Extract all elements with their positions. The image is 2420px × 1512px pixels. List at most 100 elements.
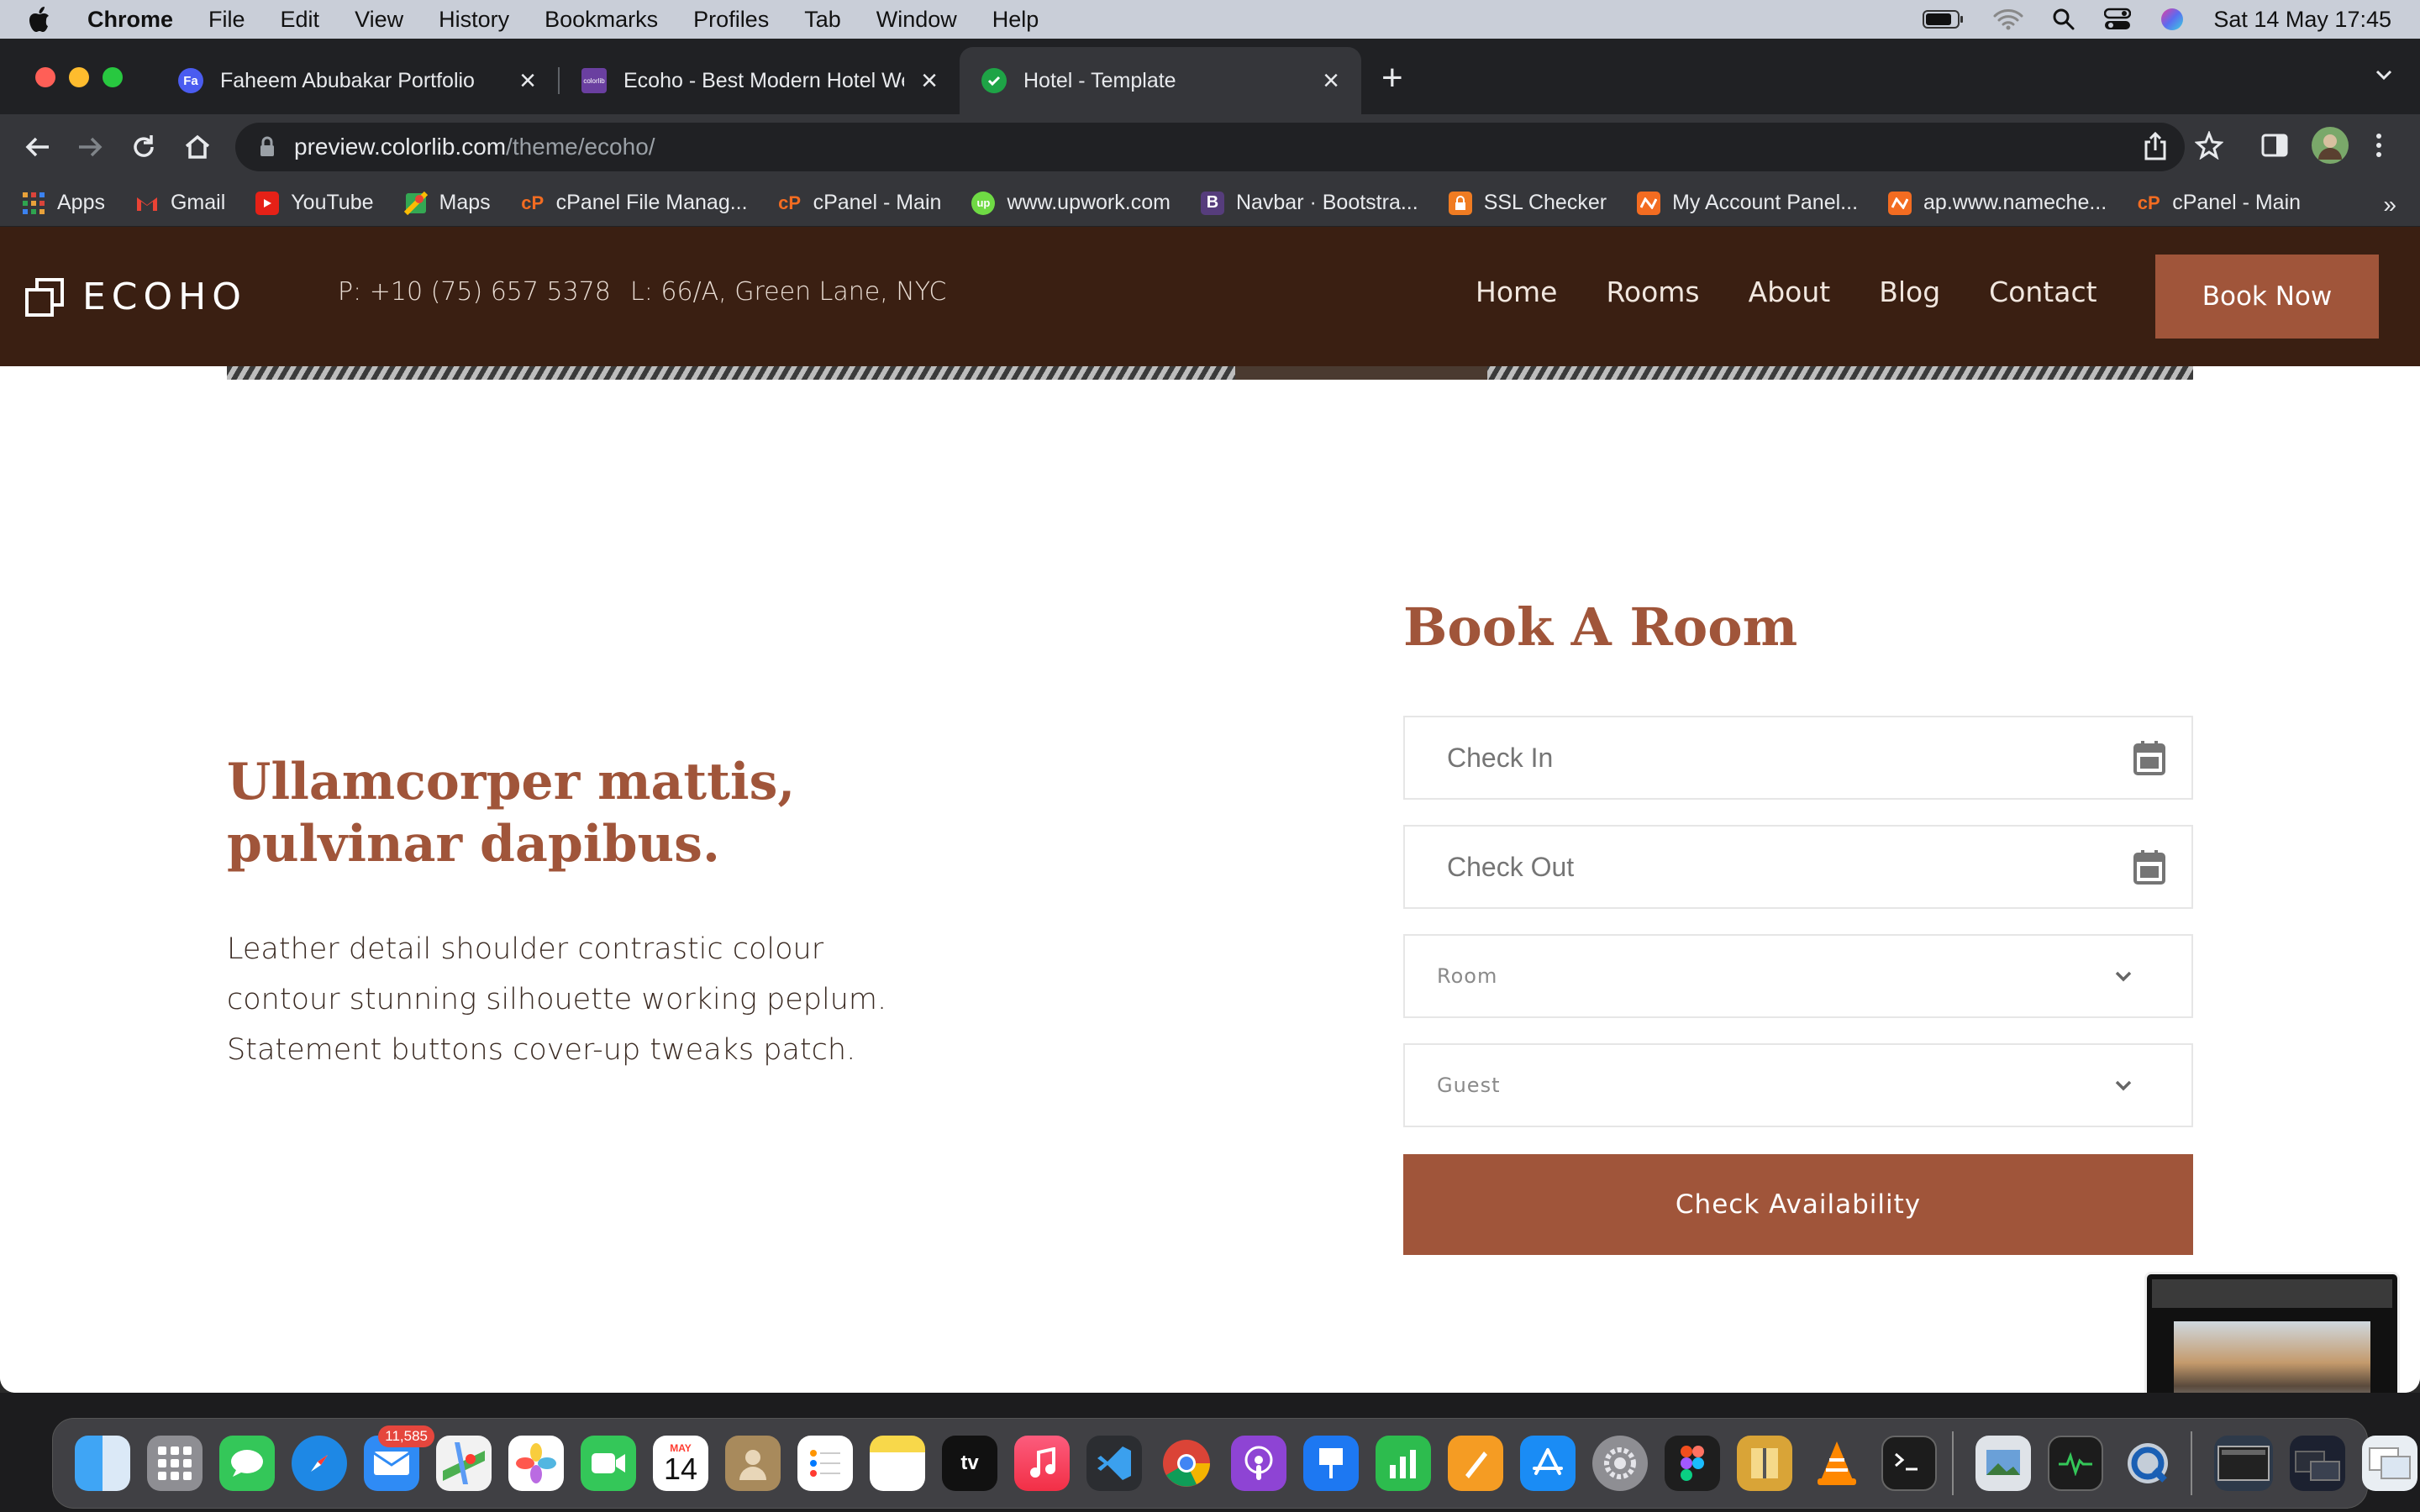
downloads-folder-icon[interactable] xyxy=(2290,1436,2345,1491)
nav-contact[interactable]: Contact xyxy=(1989,276,2096,308)
menu-file[interactable]: File xyxy=(208,7,245,33)
vscode-icon[interactable] xyxy=(1086,1436,1142,1491)
menu-edit[interactable]: Edit xyxy=(281,7,320,33)
bookmark-ssl-checker[interactable]: SSL Checker xyxy=(1448,191,1607,215)
menu-bookmarks[interactable]: Bookmarks xyxy=(544,7,658,33)
numbers-icon[interactable] xyxy=(1376,1436,1431,1491)
new-tab-plus-icon[interactable]: + xyxy=(1381,57,1403,99)
messages-icon[interactable] xyxy=(219,1436,275,1491)
facetime-icon[interactable] xyxy=(581,1436,636,1491)
vlc-icon[interactable] xyxy=(1809,1436,1865,1491)
preview-icon[interactable] xyxy=(1975,1436,2031,1491)
notes-icon[interactable] xyxy=(870,1436,925,1491)
screenshot-preview-thumbnail[interactable] xyxy=(2144,1272,2400,1393)
control-center-icon[interactable] xyxy=(2104,8,2132,31)
calendar-icon[interactable] xyxy=(2133,739,2166,776)
menu-view[interactable]: View xyxy=(355,7,403,33)
bookmark-apps[interactable]: Apps xyxy=(22,191,105,215)
tab-ecoho[interactable]: colorlib Ecoho - Best Modern Hotel We × xyxy=(560,47,960,114)
menu-window[interactable]: Window xyxy=(876,7,957,33)
home-icon[interactable] xyxy=(183,133,212,165)
tab-hotel-template[interactable]: Hotel - Template × xyxy=(960,47,1361,114)
keynote-icon[interactable] xyxy=(1303,1436,1359,1491)
menu-bar-clock[interactable]: Sat 14 May 17:45 xyxy=(2213,7,2391,33)
apple-tv-icon[interactable]: tv xyxy=(942,1436,997,1491)
site-logo[interactable]: ECOHO xyxy=(25,276,247,318)
contacts-icon[interactable] xyxy=(725,1436,781,1491)
bookmark-my-account-panel[interactable]: My Account Panel... xyxy=(1637,191,1858,215)
bookmark-bootstrap-navbar[interactable]: B Navbar · Bootstra... xyxy=(1200,191,1418,215)
tab-search-chevron-icon[interactable] xyxy=(2373,64,2395,90)
nav-rooms[interactable]: Rooms xyxy=(1606,276,1699,308)
bookmark-youtube[interactable]: YouTube xyxy=(255,191,374,215)
bookmark-cpanel-main[interactable]: cP cPanel - Main xyxy=(778,191,941,215)
podcasts-icon[interactable] xyxy=(1231,1436,1286,1491)
chrome-menu-kebab-icon[interactable] xyxy=(2375,131,2383,164)
minimize-window-button[interactable] xyxy=(69,67,89,87)
bookmark-upwork[interactable]: up www.upwork.com xyxy=(971,191,1171,215)
guest-select[interactable]: Guest xyxy=(1403,1043,2193,1127)
app-store-icon[interactable] xyxy=(1520,1436,1576,1491)
safari-icon[interactable] xyxy=(292,1436,347,1491)
siri-icon[interactable] xyxy=(2160,7,2185,32)
reload-icon[interactable] xyxy=(129,133,158,165)
menu-app-name[interactable]: Chrome xyxy=(87,7,173,33)
quicktime-icon[interactable] xyxy=(2120,1436,2175,1491)
menu-history[interactable]: History xyxy=(439,7,509,33)
launchpad-icon[interactable] xyxy=(147,1436,203,1491)
bookmark-cpanel-file-manager[interactable]: cP cPanel File Manag... xyxy=(521,191,747,215)
bookmark-namecheap-ap[interactable]: ap.www.nameche... xyxy=(1888,191,2107,215)
menu-help[interactable]: Help xyxy=(992,7,1039,33)
reminders-icon[interactable] xyxy=(797,1436,853,1491)
room-select[interactable]: Room xyxy=(1403,934,2193,1018)
maps-app-icon[interactable] xyxy=(436,1436,492,1491)
menu-profiles[interactable]: Profiles xyxy=(693,7,769,33)
apps-grid-icon xyxy=(22,192,45,215)
pages-icon[interactable] xyxy=(1448,1436,1503,1491)
figma-icon[interactable] xyxy=(1665,1436,1720,1491)
nav-blog[interactable]: Blog xyxy=(1879,276,1940,308)
menu-tab[interactable]: Tab xyxy=(804,7,841,33)
photos-icon[interactable] xyxy=(508,1436,564,1491)
close-tab-icon[interactable]: × xyxy=(921,65,938,97)
battery-icon[interactable] xyxy=(1923,9,1965,29)
mail-icon[interactable]: 11,585 xyxy=(364,1425,434,1491)
share-icon[interactable] xyxy=(2143,131,2168,165)
wifi-icon[interactable] xyxy=(1993,8,2023,30)
nav-home[interactable]: Home xyxy=(1476,276,1557,308)
forward-arrow-icon[interactable] xyxy=(76,133,104,165)
check-out-input[interactable]: Check Out xyxy=(1403,825,2193,909)
bookmark-cpanel-main-2[interactable]: cP cPanel - Main xyxy=(2137,191,2301,215)
close-window-button[interactable] xyxy=(35,67,55,87)
address-bar[interactable]: preview.colorlib.com/theme/ecoho/ xyxy=(235,123,2185,171)
spotlight-search-icon[interactable] xyxy=(2052,8,2075,31)
system-preferences-icon[interactable] xyxy=(1592,1436,1648,1491)
activity-monitor-icon[interactable] xyxy=(2048,1436,2103,1491)
close-tab-icon[interactable]: × xyxy=(519,65,536,97)
archive-utility-icon[interactable] xyxy=(1737,1436,1792,1491)
zoom-window-button[interactable] xyxy=(103,67,123,87)
lock-icon[interactable] xyxy=(259,136,276,158)
chrome-app-icon[interactable] xyxy=(1159,1436,1214,1491)
bookmark-star-icon[interactable] xyxy=(2194,129,2224,164)
documents-stack-icon[interactable] xyxy=(2362,1436,2417,1491)
profile-avatar[interactable] xyxy=(2311,126,2349,169)
apple-logo-icon[interactable] xyxy=(29,5,54,34)
tab-portfolio[interactable]: Fa Faheem Abubakar Portfolio × xyxy=(156,47,558,114)
bookmark-maps[interactable]: Maps xyxy=(403,191,491,215)
calendar-icon[interactable] xyxy=(2133,848,2166,885)
finder-icon[interactable] xyxy=(75,1436,130,1491)
check-in-input[interactable]: Check In xyxy=(1403,716,2193,800)
music-icon[interactable] xyxy=(1014,1436,1070,1491)
close-tab-icon[interactable]: × xyxy=(1323,65,1339,97)
more-bookmarks-chevron-icon[interactable]: » xyxy=(2383,192,2396,218)
side-panel-icon[interactable] xyxy=(2260,131,2289,164)
check-availability-button[interactable]: Check Availability xyxy=(1403,1154,2193,1255)
bookmark-gmail[interactable]: Gmail xyxy=(135,191,225,215)
nav-about[interactable]: About xyxy=(1749,276,1831,308)
calendar-app-icon[interactable]: MAY 14 xyxy=(653,1436,708,1491)
terminal-icon[interactable] xyxy=(1881,1436,1937,1491)
recent-window-thumbnail-icon[interactable] xyxy=(2214,1436,2273,1491)
book-now-button[interactable]: Book Now xyxy=(2155,255,2379,339)
back-arrow-icon[interactable] xyxy=(24,133,52,165)
